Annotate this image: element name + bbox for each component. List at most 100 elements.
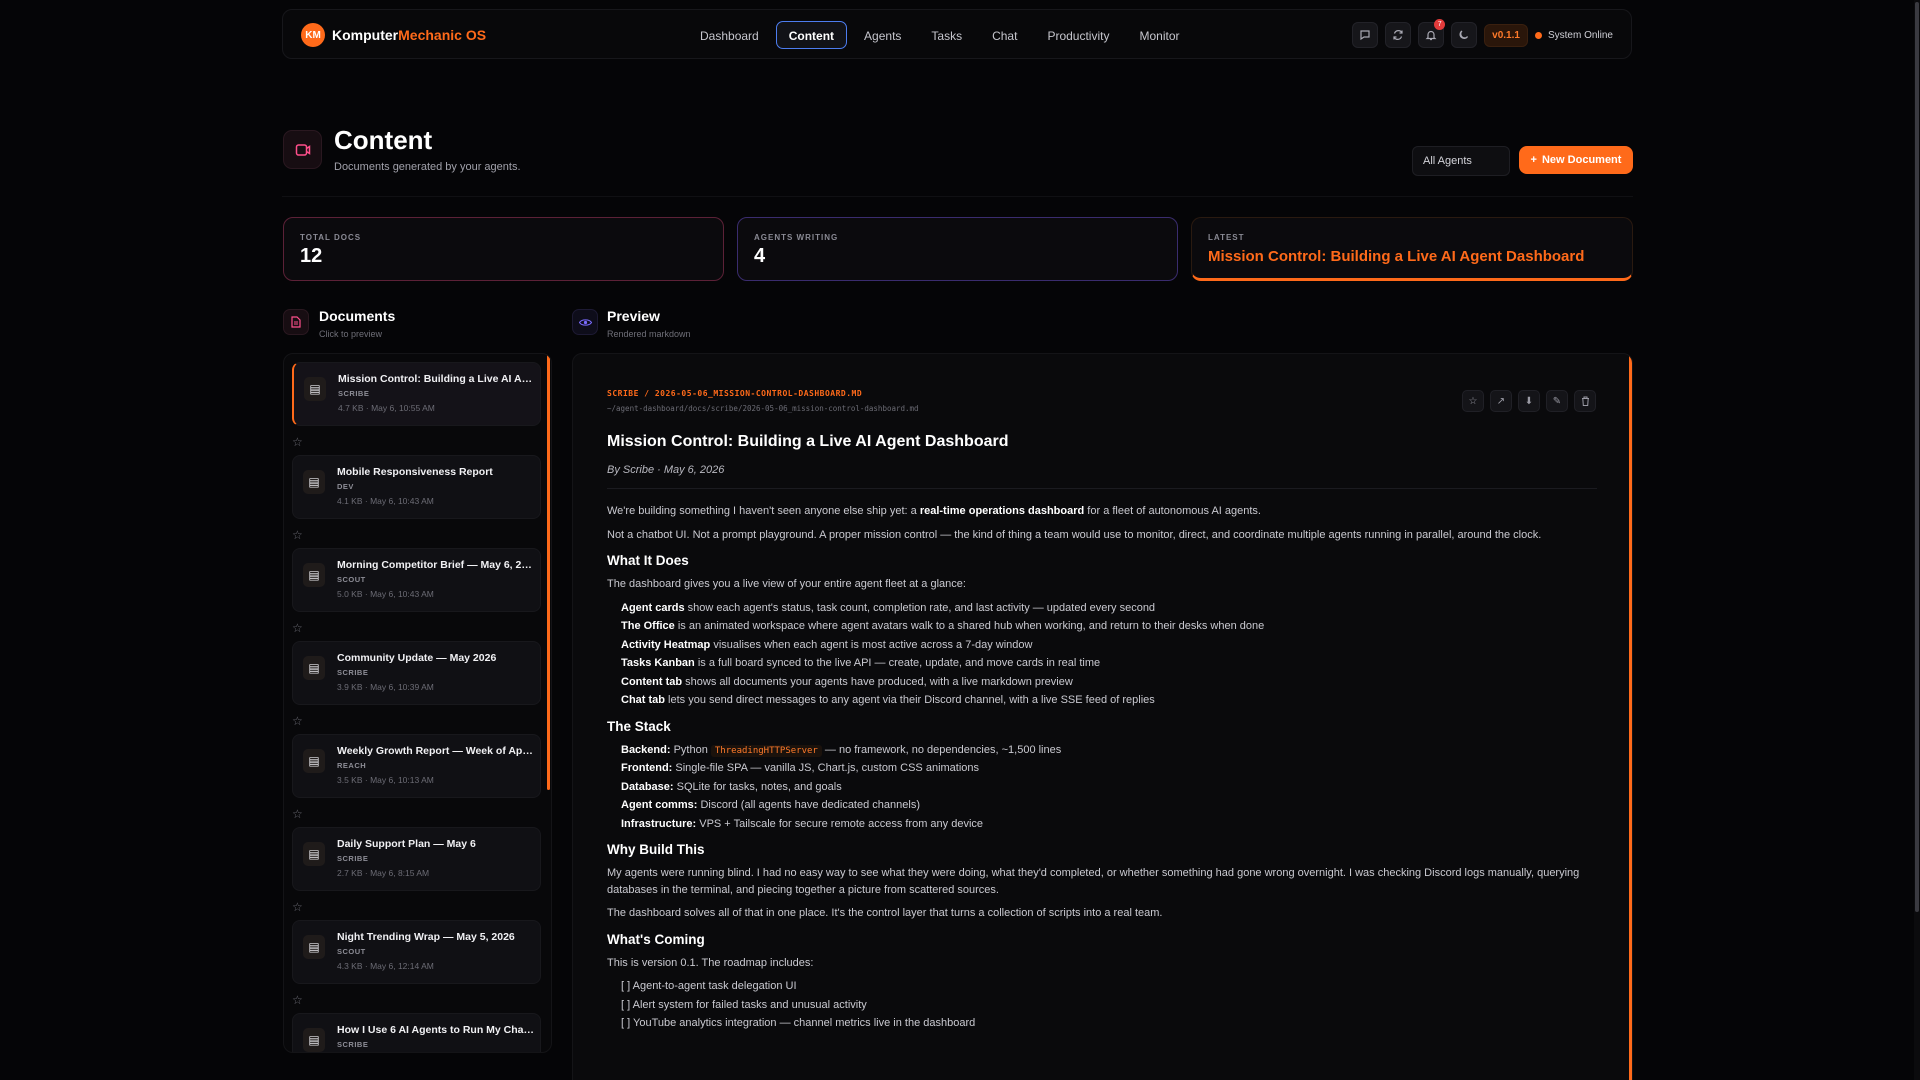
document-meta: 5.0 KB · May 6, 10:43 AM	[337, 589, 434, 599]
document-title: Mobile Responsiveness Report	[337, 466, 493, 478]
bell-icon[interactable]: 7	[1418, 19, 1446, 48]
documents-scroll-indicator[interactable]	[547, 354, 550, 790]
edit-icon[interactable]: ✎	[1546, 390, 1568, 412]
tab-productivity[interactable]: Productivity	[1034, 21, 1122, 49]
what-intro: The dashboard gives you a live view of y…	[607, 578, 966, 590]
bold-text: Agent comms:	[621, 799, 698, 811]
document-byline: By Scribe · May 6, 2026	[607, 464, 725, 476]
tab-monitor[interactable]: Monitor	[1126, 21, 1192, 49]
heading-what-it-does: What It Does	[607, 553, 689, 568]
byline-divider	[607, 488, 1597, 489]
brand[interactable]: KM KomputerMechanic OS	[301, 23, 486, 47]
document-title: Morning Competitor Brief — May 6, 2026	[337, 559, 535, 571]
external-link-icon[interactable]: ↗	[1490, 390, 1512, 412]
star-icon[interactable]: ☆	[292, 435, 303, 449]
document-title: Weekly Growth Report — Week of Apr 28	[337, 745, 535, 757]
status-dot-icon	[1534, 31, 1542, 39]
preview-title: Preview	[607, 308, 660, 324]
document-item[interactable]: ▤ Weekly Growth Report — Week of Apr 28 …	[292, 734, 541, 798]
intro-paragraph-2: Not a chatbot UI. Not a prompt playgroun…	[607, 528, 1542, 541]
document-meta: 4.1 KB · May 6, 10:43 AM	[337, 496, 434, 506]
documents-list[interactable]: ▤ Mission Control: Building a Live AI Ag…	[283, 353, 552, 1053]
list-item: The Office is an animated workspace wher…	[621, 618, 1597, 635]
document-heading: Mission Control: Building a Live AI Agen…	[607, 433, 1009, 450]
document-agent: SCRIBE	[337, 1040, 369, 1049]
text: Discord (all agents have dedicated chann…	[697, 799, 920, 811]
star-icon[interactable]: ☆	[292, 993, 303, 1007]
text: is an animated workspace where agent ava…	[674, 620, 1265, 632]
document-item[interactable]: ▤ Mobile Responsiveness Report DEV 4.1 K…	[292, 455, 541, 519]
document-meta: 2.7 KB · May 6, 8:15 AM	[337, 868, 430, 878]
page-title: Content	[334, 125, 433, 155]
document-icon: ▤	[303, 563, 325, 587]
tab-agents[interactable]: Agents	[851, 21, 914, 49]
why-paragraph-2: The dashboard solves all of that in one …	[607, 907, 1163, 919]
text: for a fleet of autonomous AI agents.	[1084, 505, 1261, 517]
text: shows all documents your agents have pro…	[682, 675, 1073, 688]
trash-icon[interactable]	[1574, 390, 1596, 412]
document-item[interactable]: ▤ How I Use 6 AI Agents to Run My Channe…	[292, 1013, 541, 1052]
page-scrollbar[interactable]	[1914, 0, 1920, 1080]
document-icon: ▤	[303, 470, 325, 494]
page-scrollbar-thumb[interactable]	[1915, 2, 1919, 912]
text: show each agent's status, task count, co…	[684, 601, 1156, 614]
star-icon[interactable]: ☆	[292, 528, 303, 542]
new-document-button[interactable]: + New Document	[1519, 146, 1633, 174]
intro-paragraph-1: We're building something I haven't seen …	[607, 503, 1597, 520]
brand-name: KomputerMechanic OS	[332, 27, 486, 43]
text: VPS + Tailscale for secure remote access…	[696, 817, 984, 830]
bold-text: Agent cards	[621, 601, 685, 614]
download-icon[interactable]: ⬇	[1518, 390, 1540, 412]
star-icon[interactable]: ☆	[292, 714, 303, 728]
top-nav: KM KomputerMechanic OS Dashboard Content…	[282, 9, 1632, 59]
agent-filter-select[interactable]: All Agents	[1412, 146, 1510, 176]
tab-tasks[interactable]: Tasks	[918, 21, 975, 49]
tab-dashboard[interactable]: Dashboard	[687, 21, 772, 49]
document-item[interactable]: ▤ Community Update — May 2026 SCRIBE 3.9…	[292, 641, 541, 705]
document-agent: SCRIBE	[338, 389, 370, 398]
document-item-selected[interactable]: ▤ Mission Control: Building a Live AI Ag…	[292, 362, 541, 426]
document-item[interactable]: ▤ Morning Competitor Brief — May 6, 2026…	[292, 548, 541, 612]
document-item[interactable]: ▤ Night Trending Wrap — May 5, 2026 SCOU…	[292, 920, 541, 984]
preview-scroll-indicator[interactable]	[1629, 354, 1632, 1080]
documents-title: Documents	[319, 308, 396, 324]
chat-bubble-icon[interactable]	[1352, 22, 1379, 48]
star-icon[interactable]: ☆	[292, 621, 303, 635]
tab-content[interactable]: Content	[775, 21, 848, 49]
refresh-icon[interactable]	[1385, 22, 1412, 48]
stat-value: 12	[300, 245, 323, 267]
text: Single-file SPA — vanilla JS, Chart.js, …	[672, 762, 980, 774]
stat-label: LATEST	[1208, 233, 1245, 242]
documents-section-icon	[283, 309, 309, 335]
list-item: Infrastructure: VPS + Tailscale for secu…	[621, 816, 1597, 833]
star-icon[interactable]: ☆	[1462, 390, 1484, 412]
nav-actions: 7 v0.1.1 System Online	[1352, 19, 1613, 48]
document-item[interactable]: ▤ Daily Support Plan — May 6 SCRIBE 2.7 …	[292, 827, 541, 891]
header-divider	[282, 196, 1633, 197]
stat-label: TOTAL DOCS	[300, 233, 362, 242]
list-item: Frontend: Single-file SPA — vanilla JS, …	[621, 760, 1597, 777]
heading-whats-coming: What's Coming	[607, 931, 705, 947]
text: visualises when each agent is most activ…	[710, 638, 1033, 651]
page-subtitle: Documents generated by your agents.	[334, 161, 521, 173]
list-item: Chat tab lets you send direct messages t…	[621, 692, 1597, 709]
document-icon: ▤	[303, 749, 325, 773]
preview-actions: ☆ ↗ ⬇ ✎	[1462, 390, 1596, 412]
documents-subtitle: Click to preview	[319, 329, 383, 339]
nav-tabs: Dashboard Content Agents Tasks Chat Prod…	[687, 21, 1193, 49]
star-icon[interactable]: ☆	[292, 900, 303, 914]
document-icon: ▤	[303, 935, 325, 959]
stat-card-latest[interactable]: LATEST Mission Control: Building a Live …	[1191, 217, 1633, 281]
star-icon[interactable]: ☆	[292, 807, 303, 821]
bold-text: Infrastructure:	[621, 817, 697, 830]
document-title: Daily Support Plan — May 6	[337, 838, 476, 850]
preview-path: SCRIBE / 2026-05-06_MISSION-CONTROL-DASH…	[607, 389, 863, 398]
text: — no framework, no dependencies, ~1,500 …	[821, 743, 1062, 756]
bold-text: Database:	[621, 780, 674, 793]
moon-icon[interactable]	[1451, 22, 1478, 48]
document-agent: DEV	[337, 482, 354, 491]
tab-chat[interactable]: Chat	[979, 21, 1030, 49]
version-badge: v0.1.1	[1484, 23, 1528, 47]
stack-list: Backend: Python ThreadingHTTPServer — no…	[607, 742, 1597, 833]
notification-count-badge: 7	[1434, 19, 1446, 30]
